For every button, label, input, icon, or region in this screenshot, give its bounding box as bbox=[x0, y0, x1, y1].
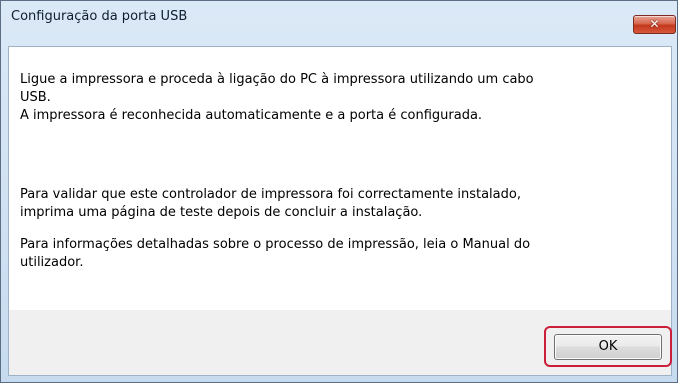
instruction-paragraph: Ligue a impressora e proceda à ligação d… bbox=[20, 71, 660, 125]
close-button[interactable]: ✕ bbox=[633, 15, 676, 34]
message-line: A impressora é reconhecida automaticamen… bbox=[20, 108, 483, 123]
validation-paragraph: Para validar que este controlador de imp… bbox=[20, 186, 660, 222]
title-bar[interactable]: Configuração da porta USB ✕ bbox=[1, 1, 677, 34]
message-line: Para informações detalhadas sobre o proc… bbox=[20, 237, 531, 252]
ok-button[interactable]: OK bbox=[554, 334, 662, 360]
close-icon: ✕ bbox=[649, 17, 660, 31]
message-line: utilizador. bbox=[20, 255, 84, 270]
message-line: Para validar que este controlador de imp… bbox=[20, 187, 521, 202]
message-line: USB. bbox=[20, 90, 51, 105]
manual-paragraph: Para informações detalhadas sobre o proc… bbox=[20, 236, 660, 272]
message-line: imprima uma página de teste depois de co… bbox=[20, 205, 423, 220]
message-line: Ligue a impressora e proceda à ligação d… bbox=[20, 72, 534, 87]
dialog-window: Configuração da porta USB ✕ Ligue a impr… bbox=[0, 0, 678, 383]
dialog-title: Configuração da porta USB bbox=[11, 9, 188, 24]
dialog-body: Ligue a impressora e proceda à ligação d… bbox=[8, 46, 672, 376]
message-area: Ligue a impressora e proceda à ligação d… bbox=[9, 47, 671, 310]
